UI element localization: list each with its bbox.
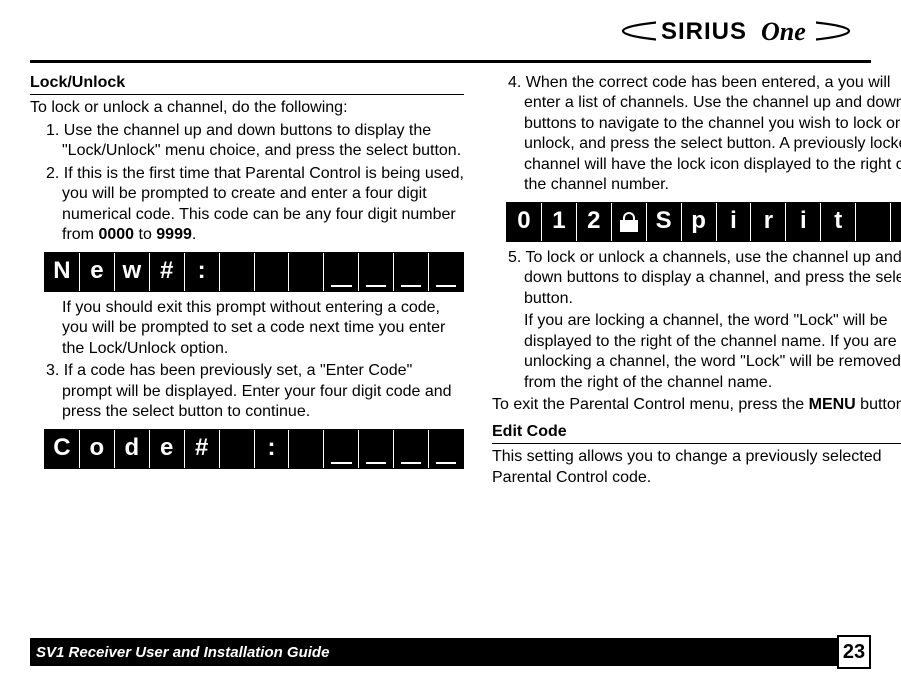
- lcd-cell: [289, 253, 324, 291]
- logo-brand-text: SIRIUS: [661, 18, 747, 45]
- lcd-cell: :: [185, 253, 220, 291]
- note-after-lcd1: If you should exit this prompt without e…: [30, 298, 464, 359]
- lcd-cell: 0: [507, 203, 542, 241]
- lcd-cell: p: [682, 203, 717, 241]
- step-1: 1. Use the channel up and down buttons t…: [30, 121, 464, 162]
- lcd-cell: 1: [542, 203, 577, 241]
- right-column: 4. When the correct code has been entere…: [492, 73, 901, 490]
- lcd-cell: #: [185, 430, 220, 468]
- page: SIRIUS One Lock/Unlock To lock or unlock…: [0, 0, 901, 490]
- lcd-cell: e: [80, 253, 115, 291]
- sirius-one-logo: SIRIUS One: [621, 13, 851, 49]
- lcd-cell: [394, 430, 429, 468]
- lcd-cell: [429, 253, 463, 291]
- lcd-cell: [856, 203, 891, 241]
- lcd-new-code: New#:: [44, 252, 464, 292]
- lcd-enter-code: Code#:: [44, 429, 464, 469]
- lcd-cell: i: [717, 203, 752, 241]
- lcd-channel-locked: 012Spirit: [506, 202, 901, 242]
- lcd-cell: :: [255, 430, 290, 468]
- step-2-code-min: 0000: [98, 226, 134, 243]
- lcd-cell: o: [80, 430, 115, 468]
- edit-code-body: This setting allows you to change a prev…: [492, 447, 901, 488]
- section-head-lock-unlock: Lock/Unlock: [30, 73, 464, 95]
- footer-title: SV1 Receiver User and Installation Guide: [36, 644, 865, 661]
- step-2-code-max: 9999: [156, 226, 192, 243]
- lcd-cell: [255, 253, 290, 291]
- intro-text: To lock or unlock a channel, do the foll…: [30, 98, 464, 118]
- lcd-cell: [429, 430, 463, 468]
- lcd-cell: [394, 253, 429, 291]
- header-rule: [30, 60, 871, 63]
- exit-text-c: button.: [856, 396, 901, 413]
- lcd-cell: t: [821, 203, 856, 241]
- lcd-cell: w: [115, 253, 150, 291]
- lcd-cell: [359, 430, 394, 468]
- lcd-cell: e: [150, 430, 185, 468]
- step-3: 3. If a code has been previously set, a …: [30, 361, 464, 422]
- lcd-cell: r: [751, 203, 786, 241]
- left-column: Lock/Unlock To lock or unlock a channel,…: [30, 73, 464, 490]
- lcd-cell: 2: [577, 203, 612, 241]
- lcd-cell: i: [786, 203, 821, 241]
- step-5: 5. To lock or unlock a channels, use the…: [492, 248, 901, 309]
- lcd-cell: N: [45, 253, 80, 291]
- lcd-cell: [359, 253, 394, 291]
- lock-icon: [612, 203, 647, 241]
- lcd-cell: [324, 430, 359, 468]
- step-2-text-c: to: [134, 226, 156, 243]
- exit-text-a: To exit the Parental Control menu, press…: [492, 396, 809, 413]
- lcd-cell: d: [115, 430, 150, 468]
- exit-menu-label: MENU: [809, 396, 856, 413]
- lcd-cell: C: [45, 430, 80, 468]
- page-number: 23: [837, 635, 871, 669]
- footer-bar: SV1 Receiver User and Installation Guide: [30, 638, 871, 666]
- lcd-cell: #: [150, 253, 185, 291]
- lcd-cell: [289, 430, 324, 468]
- lcd-cell: [220, 430, 255, 468]
- step-2: 2. If this is the first time that Parent…: [30, 164, 464, 246]
- step-2-text-e: .: [192, 226, 196, 243]
- section-head-edit-code: Edit Code: [492, 422, 901, 444]
- exit-instruction: To exit the Parental Control menu, press…: [492, 395, 901, 415]
- lcd-cell: [220, 253, 255, 291]
- footer: SV1 Receiver User and Installation Guide…: [0, 638, 901, 666]
- lcd-cell: [891, 203, 901, 241]
- logo-model-text: One: [761, 17, 806, 46]
- lcd-cell: S: [647, 203, 682, 241]
- lcd-cell: [324, 253, 359, 291]
- content-columns: Lock/Unlock To lock or unlock a channel,…: [30, 73, 871, 490]
- header-row: SIRIUS One: [30, 5, 871, 60]
- step-4: 4. When the correct code has been entere…: [492, 73, 901, 196]
- step-5-note: If you are locking a channel, the word "…: [492, 311, 901, 393]
